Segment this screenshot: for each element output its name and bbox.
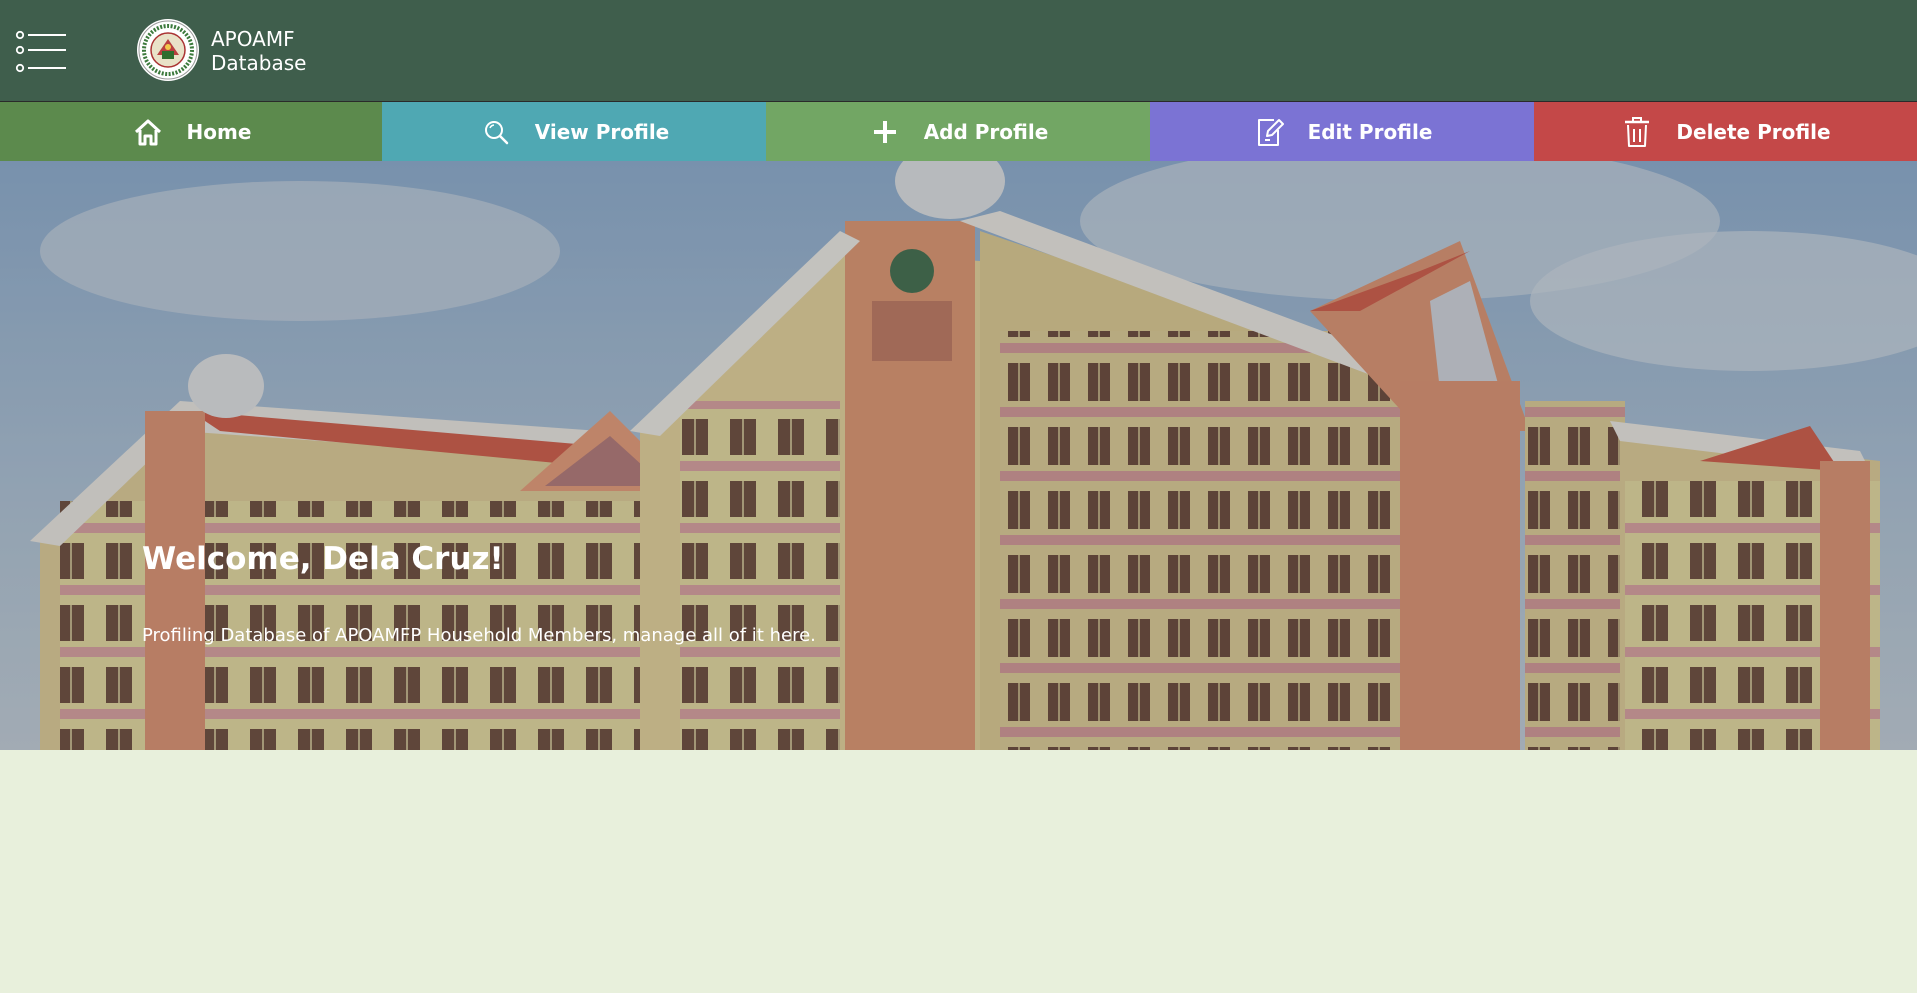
search-icon: [479, 115, 513, 149]
welcome-subtitle: Profiling Database of APOAMFP Household …: [142, 625, 816, 646]
brand-line-1: APOAMF: [211, 27, 295, 51]
nav-delete-profile-label: Delete Profile: [1676, 119, 1831, 144]
trash-icon: [1620, 115, 1654, 149]
nav-home-button[interactable]: Home: [0, 102, 382, 161]
nav-delete-profile-button[interactable]: Delete Profile: [1534, 102, 1917, 161]
nav-view-profile-label: View Profile: [534, 119, 670, 144]
main-nav: Home View Profile Add Profile Edit Profi…: [0, 102, 1917, 161]
welcome-heading: Welcome, Dela Cruz!: [142, 541, 504, 577]
menu-list-icon[interactable]: [14, 30, 68, 74]
home-icon: [131, 115, 165, 149]
brand-title: APOAMF Database: [211, 27, 306, 75]
nav-add-profile-label: Add Profile: [923, 119, 1049, 144]
top-header: APOAMF Database: [0, 0, 1917, 102]
hero-dim-overlay: [0, 161, 1917, 750]
apoamf-seal-logo: [137, 19, 199, 81]
nav-view-profile-button[interactable]: View Profile: [382, 102, 766, 161]
plus-icon: [868, 115, 902, 149]
nav-add-profile-button[interactable]: Add Profile: [766, 102, 1150, 161]
nav-edit-profile-label: Edit Profile: [1307, 119, 1433, 144]
hero-banner: Welcome, Dela Cruz! Profiling Database o…: [0, 161, 1917, 750]
brand-line-2: Database: [211, 51, 307, 75]
nav-edit-profile-button[interactable]: Edit Profile: [1150, 102, 1534, 161]
edit-icon: [1252, 115, 1286, 149]
page-content-area: [0, 750, 1917, 993]
nav-home-label: Home: [186, 119, 252, 144]
